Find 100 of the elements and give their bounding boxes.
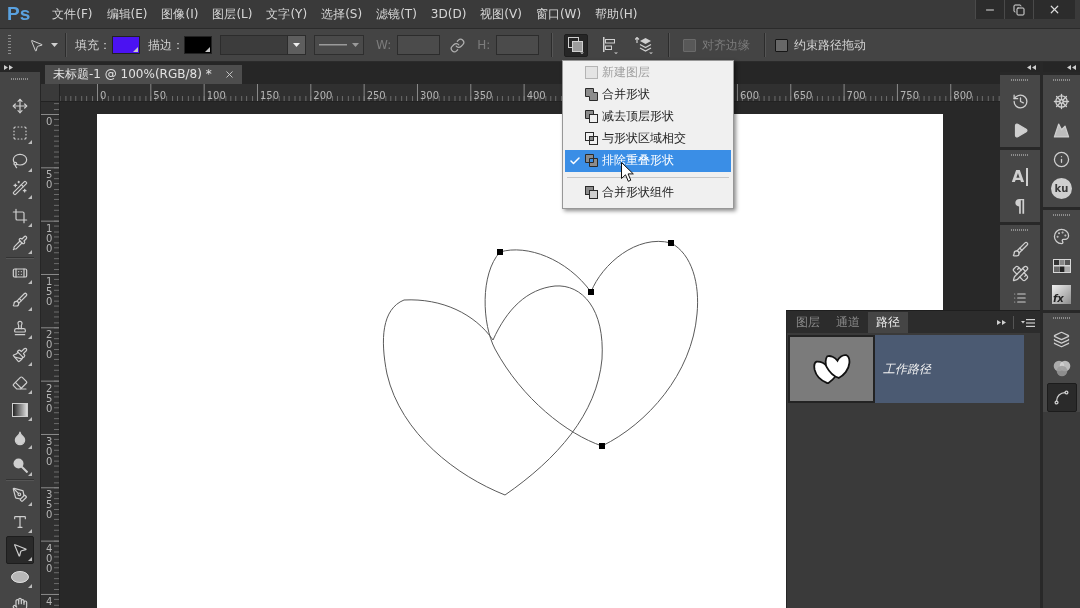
fill-label: 填充： — [75, 36, 111, 54]
panel-tab[interactable]: 图层 — [788, 312, 828, 333]
menu-item[interactable]: 合并形状组件 — [565, 181, 732, 204]
collapse-arrows-icon[interactable] — [1067, 64, 1076, 70]
menu-item[interactable]: 编辑(E) — [99, 4, 155, 24]
close-button[interactable] — [1033, 0, 1075, 19]
ruler-label: 200 — [46, 330, 53, 361]
move-icon — [12, 97, 28, 114]
panel-button[interactable]: fx — [1046, 280, 1077, 309]
ellipse-icon — [11, 571, 29, 584]
menu-item[interactable]: 帮助(H) — [588, 4, 645, 24]
flyout-triangle-icon — [28, 140, 32, 144]
stacked-squares-icon — [585, 186, 599, 199]
menu-item[interactable]: 文件(F) — [45, 4, 100, 24]
menu-item[interactable]: 图像(I) — [154, 4, 206, 24]
menu-item[interactable]: 选择(S) — [314, 4, 370, 24]
restore-icon — [1013, 3, 1025, 16]
menu-item[interactable]: 合并形状 — [565, 83, 732, 106]
width-field[interactable] — [397, 35, 441, 55]
ruler-label: 250 — [46, 383, 53, 414]
minimize-button[interactable] — [975, 0, 1004, 19]
link-icon[interactable] — [450, 37, 466, 53]
checkbox[interactable] — [775, 38, 789, 52]
grip-icon — [8, 35, 11, 55]
corner-triangle-icon — [205, 47, 210, 52]
arrow-pointer-icon — [12, 541, 28, 558]
caret-icon — [352, 43, 359, 47]
subtracted-squares-icon — [585, 110, 599, 123]
menu-item[interactable]: 减去顶层形状 — [565, 105, 732, 128]
expand-arrows-icon[interactable] — [4, 64, 13, 70]
pencil-ruler-icon — [1011, 264, 1029, 282]
ruler-label: 600 — [739, 89, 760, 102]
menu-item[interactable]: 文字(Y) — [259, 4, 315, 24]
document-tab[interactable]: 未标题-1 @ 100%(RGB/8) * — [45, 65, 242, 84]
ruler-label: 400 — [526, 89, 546, 102]
panel-tab[interactable]: 路径 — [868, 312, 908, 333]
path-operations-button[interactable] — [564, 33, 589, 57]
hand-icon — [12, 596, 28, 608]
menu-item[interactable]: 窗口(W) — [528, 4, 589, 24]
flyout-triangle-icon — [28, 334, 32, 339]
menu-item[interactable]: 与形状区域相交 — [565, 127, 732, 150]
flyout-triangle-icon — [28, 167, 32, 172]
info-icon — [1053, 151, 1070, 168]
pen-nib-icon — [12, 486, 28, 503]
flyout-triangle-icon — [28, 195, 32, 199]
eraser-icon — [12, 374, 28, 391]
ruler-label: 50 — [153, 89, 167, 102]
menu-item[interactable]: 图层(L) — [205, 4, 260, 24]
ruler-label: 200 — [313, 89, 333, 102]
lasso-icon — [12, 152, 28, 169]
ruler-label: 350 — [473, 89, 493, 102]
caret-icon — [51, 43, 58, 47]
fill-color-swatch[interactable] — [112, 36, 140, 54]
gradient-square-icon — [12, 403, 28, 418]
palette-icon — [1053, 228, 1070, 245]
square-icon — [585, 66, 599, 79]
lollipop-icon — [12, 457, 28, 473]
dropdown-button[interactable] — [288, 35, 306, 55]
flyout-triangle-icon — [28, 362, 32, 366]
menu-item[interactable]: 视图(V) — [473, 4, 529, 24]
ruler-label: 150 — [260, 89, 280, 102]
ruler-label: 250 — [366, 89, 386, 102]
panel-button[interactable]: ¶ — [1005, 191, 1035, 220]
history-icon — [1011, 93, 1029, 110]
stroke-width-field[interactable] — [220, 35, 288, 55]
panel-button[interactable]: A — [1005, 162, 1035, 191]
collapse-arrows-icon[interactable] — [1027, 64, 1036, 70]
restore-button[interactable] — [1004, 0, 1033, 19]
flyout-triangle-icon — [28, 556, 32, 561]
ruler-label: 300 — [46, 436, 53, 467]
panel-tab[interactable]: 通道 — [828, 312, 868, 333]
flyout-triangle-icon — [28, 584, 32, 588]
brush-icon — [12, 292, 28, 309]
ruler-label: 50 — [46, 170, 53, 191]
height-field[interactable] — [496, 35, 540, 55]
ruler-label: 800 — [953, 89, 973, 102]
path-row[interactable]: 工作路径 — [788, 335, 1024, 403]
overlapping-squares-icon — [568, 36, 585, 54]
app-logo: Ps — [7, 3, 31, 25]
panel-button[interactable] — [1046, 383, 1077, 412]
corner-triangle-icon — [133, 47, 138, 52]
line-style-dropdown[interactable] — [314, 35, 364, 55]
excluded-overlap-squares-icon — [585, 154, 599, 167]
close-icon[interactable] — [223, 69, 235, 80]
ruler-label: 100 — [206, 89, 226, 102]
expand-arrows-icon[interactable] — [997, 320, 1006, 325]
menu-item[interactable]: 3D(D) — [423, 4, 474, 24]
tool-button[interactable] — [6, 536, 34, 564]
panel-button[interactable]: ku — [1046, 174, 1077, 203]
flyout-triangle-icon — [28, 250, 32, 254]
stroke-color-swatch[interactable] — [184, 36, 212, 54]
checkbox-label: 约束路径拖动 — [794, 36, 867, 54]
menu-item[interactable]: 滤镜(T) — [369, 4, 424, 24]
intersecting-squares-icon — [585, 132, 599, 145]
checkmark-icon — [569, 154, 582, 167]
ruler-label: 100 — [46, 223, 53, 254]
ruler-label: 4 — [46, 596, 53, 607]
ruler-label: 300 — [419, 89, 440, 102]
panel-menu-icon[interactable] — [1021, 318, 1035, 327]
flyout-triangle-icon — [28, 307, 32, 311]
